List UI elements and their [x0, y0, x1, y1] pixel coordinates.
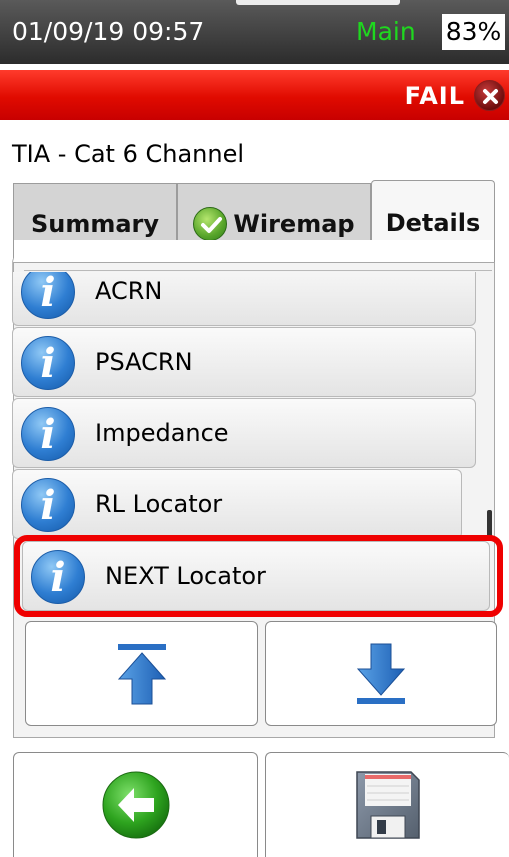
back-button[interactable] — [13, 752, 258, 857]
battery-indicator: 83% — [442, 14, 505, 50]
status-mode: Main — [356, 17, 416, 46]
info-icon: i — [21, 336, 75, 390]
tab-details-label: Details — [385, 208, 481, 237]
scroll-bottom-button[interactable] — [265, 621, 497, 726]
list-clip-line — [24, 270, 492, 271]
tab-wiremap-label: Wiremap — [233, 209, 355, 238]
list-item-label: Impedance — [95, 419, 229, 447]
list-item-impedance[interactable]: i Impedance — [12, 398, 476, 468]
floppy-disk-icon — [355, 771, 420, 839]
fail-x-icon — [474, 80, 505, 111]
pass-check-icon — [193, 206, 228, 241]
back-arrow-icon — [102, 771, 169, 839]
save-button[interactable] — [265, 752, 509, 857]
list-item-label: PSACRN — [95, 348, 193, 376]
tab-summary-label: Summary — [30, 209, 160, 238]
result-banner: FAIL — [0, 70, 509, 120]
scroll-to-top-icon — [117, 643, 166, 704]
list-item-psacrn[interactable]: i PSACRN — [12, 327, 476, 397]
info-icon: i — [21, 407, 75, 461]
selection-highlight — [14, 535, 503, 617]
status-datetime: 01/09/19 09:57 — [12, 17, 205, 46]
scroll-to-bottom-icon — [356, 643, 406, 704]
status-notch — [236, 0, 400, 5]
info-icon: i — [21, 478, 75, 532]
list-item-label: ACRN — [95, 277, 163, 305]
list-top-mask — [14, 240, 494, 262]
result-status: FAIL — [404, 82, 465, 110]
status-bar: 01/09/19 09:57 Main 83% — [0, 0, 509, 64]
test-title: TIA - Cat 6 Channel — [12, 140, 245, 168]
scroll-top-button[interactable] — [25, 621, 258, 726]
info-icon: i — [21, 265, 75, 319]
list-item-rl-locator[interactable]: i RL Locator — [12, 469, 462, 539]
list-item-label: RL Locator — [95, 490, 223, 518]
